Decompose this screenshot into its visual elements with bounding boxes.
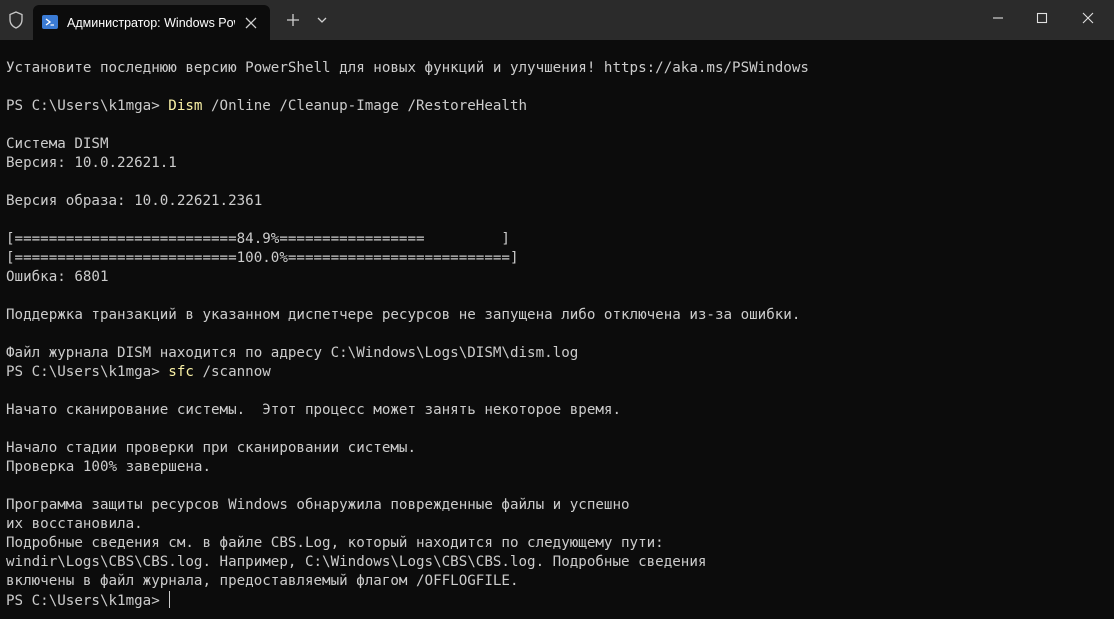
output-line: Поддержка транзакций в указанном диспетч…	[6, 307, 801, 323]
maximize-icon[interactable]	[1030, 8, 1054, 28]
terminal-output[interactable]: Установите последнюю версию PowerShell д…	[6, 59, 1106, 617]
prompt: PS C:\Users\k1mga>	[6, 593, 169, 609]
tab-title: Администратор: Windows PowerShell	[67, 16, 235, 30]
shield-icon	[6, 10, 26, 30]
powershell-icon	[42, 15, 58, 29]
command-name: Dism	[168, 98, 203, 114]
output-line: Версия: 10.0.22621.1	[6, 155, 177, 171]
output-line: Подробные сведения см. в файле CBS.Log, …	[6, 535, 664, 551]
progress-line: [==========================84.9%========…	[6, 231, 510, 247]
minimize-icon[interactable]	[986, 8, 1010, 28]
title-bar: Администратор: Windows PowerShell	[0, 0, 1114, 40]
output-line: Начало стадии проверки при сканировании …	[6, 440, 416, 456]
close-icon[interactable]	[241, 13, 261, 33]
prompt: PS C:\Users\k1mga>	[6, 364, 169, 380]
plus-icon[interactable]	[283, 10, 303, 30]
output-line: Программа защиты ресурсов Windows обнару…	[6, 497, 630, 513]
error-line: Ошибка: 6801	[6, 269, 109, 285]
output-line: windir\Logs\CBS\CBS.log. Например, C:\Wi…	[6, 554, 707, 570]
scrollbar[interactable]	[1108, 44, 1112, 614]
command-args: /scannow	[193, 364, 271, 380]
output-line: их восстановила.	[6, 516, 143, 532]
text-cursor	[169, 591, 171, 608]
output-line: Файл журнала DISM находится по адресу C:…	[6, 345, 579, 361]
command-line: PS C:\Users\k1mga> Dism /Online /Cleanup…	[6, 97, 1106, 116]
chevron-down-icon[interactable]	[313, 10, 331, 30]
command-line: PS C:\Users\k1mga>	[6, 591, 1106, 610]
prompt: PS C:\Users\k1mga>	[6, 98, 169, 114]
command-args: /Online /Cleanup-Image /RestoreHealth	[202, 98, 528, 114]
banner-line: Установите последнюю версию PowerShell д…	[6, 60, 809, 76]
command-name: sfc	[168, 364, 194, 380]
command-line: PS C:\Users\k1mga> sfc /scannow	[6, 363, 1106, 382]
window-close-icon[interactable]	[1076, 8, 1100, 28]
tab-powershell[interactable]: Администратор: Windows PowerShell	[33, 5, 270, 40]
output-line: Система DISM	[6, 136, 109, 152]
output-line: включены в файл журнала, предоставляемый…	[6, 573, 519, 589]
output-line: Начато сканирование системы. Этот процес…	[6, 402, 621, 418]
output-line: Проверка 100% завершена.	[6, 459, 211, 475]
progress-line: [==========================100.0%=======…	[6, 250, 519, 266]
output-line: Версия образа: 10.0.22621.2361	[6, 193, 263, 209]
